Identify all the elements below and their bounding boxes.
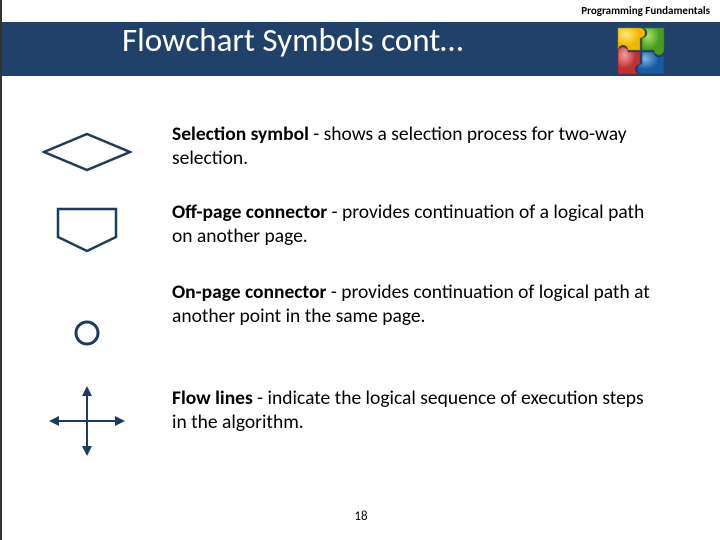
list-item: Selection symbol - shows a selection pro… [2,122,720,182]
item-name: Flow lines [172,386,253,410]
flow-lines-icon [2,386,172,456]
page-number: 18 [354,509,367,524]
slide-title: Flowchart Symbols cont… [122,20,463,60]
item-text: Selection symbol - shows a selection pro… [172,122,720,171]
puzzle-icon [600,18,680,98]
item-text: Flow lines - indicate the logical sequen… [172,386,720,435]
onpage-connector-icon [2,280,172,365]
content-area: Selection symbol - shows a selection pro… [2,108,720,508]
item-text: On-page connector - provides continuatio… [172,280,720,329]
course-label: Programming Fundamentals [581,4,710,17]
selection-symbol-icon [2,122,172,182]
list-item: Off-page connector - provides continuati… [2,200,720,260]
list-item: On-page connector - provides continuatio… [2,280,720,365]
item-name: Off-page connector [172,200,327,224]
item-text: Off-page connector - provides continuati… [172,200,720,249]
list-item: Flow lines - indicate the logical sequen… [2,386,720,456]
slide-container: Programming Fundamentals Flowchart Symbo… [0,0,720,540]
offpage-connector-icon [2,200,172,260]
item-name: On-page connector [172,280,326,304]
item-name: Selection symbol [172,122,309,146]
